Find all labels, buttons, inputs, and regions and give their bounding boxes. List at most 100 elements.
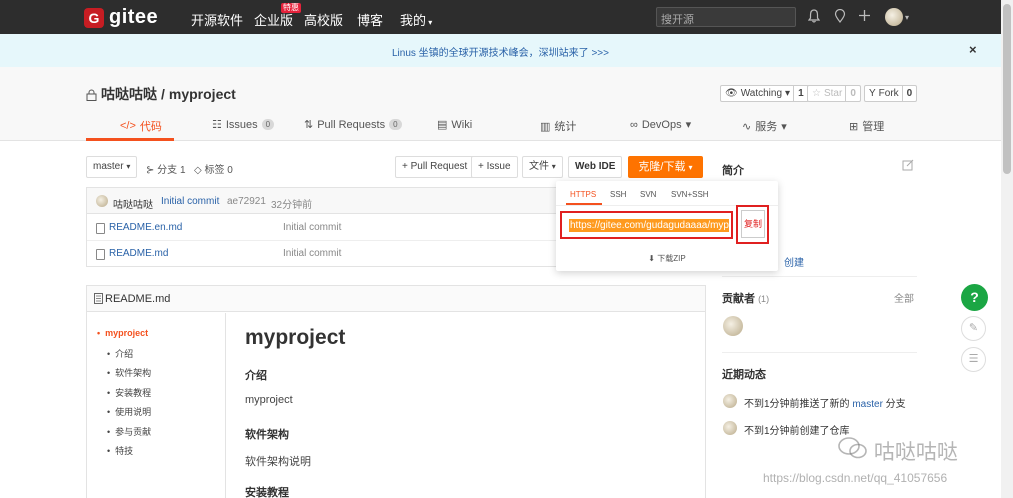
tab-code[interactable]: </> 代码 bbox=[120, 118, 162, 134]
clone-download-label: 克隆/下载 bbox=[638, 161, 686, 173]
activity-text: 不到1分钟前推送了新的 bbox=[744, 399, 853, 410]
nav-mine[interactable]: 我的 ▾ bbox=[400, 10, 432, 29]
commit-hash[interactable]: ae72921 bbox=[227, 196, 266, 207]
file-commit-message[interactable]: Initial commit bbox=[283, 248, 341, 259]
file-name[interactable]: README.md bbox=[109, 248, 168, 259]
clone-url-input[interactable]: https://gitee.com/gudagudaaaa/myproject.… bbox=[569, 219, 729, 232]
gitee-logo[interactable]: G gitee bbox=[84, 6, 158, 29]
star-icon: ☆ bbox=[812, 88, 821, 99]
star-button[interactable]: ☆ Star 0 bbox=[807, 85, 861, 102]
close-icon[interactable]: × bbox=[969, 42, 977, 57]
tab-issues[interactable]: ☷ Issues 0 bbox=[212, 118, 275, 131]
readme-heading: 软件架构 bbox=[245, 429, 289, 441]
tags-link[interactable]: ◇ 标签 0 bbox=[194, 161, 233, 176]
toc-item[interactable]: • 使用说明 bbox=[107, 405, 151, 418]
watermark-account: 咕哒咕哒 bbox=[838, 436, 958, 466]
nav-open-source[interactable]: 开源软件 bbox=[191, 10, 243, 29]
branch-select[interactable]: master ▾ bbox=[86, 156, 138, 178]
active-tab-indicator bbox=[86, 138, 174, 141]
activity-avatar[interactable] bbox=[723, 421, 737, 435]
contributor-avatar[interactable] bbox=[723, 316, 743, 336]
toc-item[interactable]: • 特技 bbox=[107, 444, 133, 457]
clone-url-highlight: https://gitee.com/gudagudaaaa/myproject.… bbox=[560, 211, 733, 239]
file-icon bbox=[96, 223, 105, 234]
wechat-icon bbox=[838, 437, 874, 464]
fork-count: 0 bbox=[901, 86, 912, 101]
vertical-scrollbar[interactable] bbox=[1001, 0, 1013, 498]
tab-wiki[interactable]: ▤ Wiki bbox=[437, 118, 472, 132]
lock-icon bbox=[86, 88, 97, 101]
chevron-down-icon: ▾ bbox=[551, 162, 556, 171]
repo-owner[interactable]: 咕哒咕哒 bbox=[101, 84, 157, 104]
tab-ssh[interactable]: SSH bbox=[610, 190, 626, 199]
branch-icon: ⊱ bbox=[146, 165, 155, 176]
all-contributors-link[interactable]: 全部 bbox=[894, 290, 914, 305]
chevron-down-icon: ▾ bbox=[781, 120, 787, 133]
create-link[interactable]: 创建 bbox=[784, 254, 804, 269]
help-button[interactable]: ? bbox=[961, 284, 988, 311]
pull-request-button[interactable]: + Pull Request bbox=[395, 156, 475, 178]
toc-item[interactable]: • 参与贡献 bbox=[107, 425, 151, 438]
tab-https[interactable]: HTTPS bbox=[570, 190, 596, 199]
chat-button[interactable]: ☰ bbox=[961, 347, 986, 372]
edit-icon: ✎ bbox=[968, 322, 979, 334]
clone-download-button[interactable]: 克隆/下载 ▾ bbox=[628, 156, 703, 178]
issues-icon: ☷ bbox=[212, 119, 222, 131]
watch-button[interactable]: 👁 Watching ▾ 1 bbox=[720, 85, 809, 102]
sidebar-divider bbox=[722, 352, 917, 353]
copy-highlight: 复制 bbox=[736, 205, 769, 244]
fork-button[interactable]: Y Fork 0 bbox=[864, 85, 918, 102]
feedback-edit-button[interactable]: ✎ bbox=[961, 316, 986, 341]
file-menu-button[interactable]: 文件 ▾ bbox=[522, 156, 563, 178]
readme-paragraph: myproject bbox=[245, 394, 293, 406]
search-input[interactable]: 搜开源 bbox=[656, 7, 796, 27]
nav-education[interactable]: 高校版 bbox=[304, 10, 343, 29]
activity-branch-link[interactable]: master bbox=[852, 399, 883, 410]
bell-icon[interactable] bbox=[807, 9, 821, 26]
commit-message[interactable]: Initial commit bbox=[161, 196, 219, 207]
tab-pull-requests-label: Pull Requests bbox=[317, 118, 386, 131]
user-avatar[interactable] bbox=[885, 8, 903, 26]
file-name[interactable]: README.en.md bbox=[109, 222, 182, 233]
tab-svn-ssh[interactable]: SVN+SSH bbox=[671, 190, 709, 199]
tab-stats[interactable]: ▥ 统计 bbox=[540, 118, 576, 134]
branches-link[interactable]: ⊱ 分支 1 bbox=[146, 161, 186, 176]
web-ide-button[interactable]: Web IDE bbox=[568, 156, 623, 178]
tab-services-label: 服务 bbox=[755, 121, 778, 133]
activity-avatar[interactable] bbox=[723, 394, 737, 408]
toc-item[interactable]: • 安装教程 bbox=[107, 386, 151, 399]
edit-icon[interactable] bbox=[902, 159, 914, 174]
readme-heading: 安装教程 bbox=[245, 487, 289, 498]
tab-pull-requests[interactable]: ⇅ Pull Requests 0 bbox=[304, 118, 402, 131]
repo-header: 咕哒咕哒 / myproject 👁 Watching ▾ 1 ☆ Star 0… bbox=[0, 67, 1001, 141]
intro-heading: 简介 bbox=[722, 165, 744, 177]
toc-item[interactable]: • myproject bbox=[97, 328, 148, 338]
file-commit-message[interactable]: Initial commit bbox=[283, 222, 341, 233]
chevron-down-icon[interactable]: ▾ bbox=[905, 13, 909, 22]
toc-item[interactable]: • 介绍 bbox=[107, 347, 133, 360]
repo-name[interactable]: myproject bbox=[169, 86, 236, 102]
commit-author[interactable]: 咕哒咕哒 bbox=[113, 196, 153, 211]
tab-svn[interactable]: SVN bbox=[640, 190, 656, 199]
download-zip-link[interactable]: ⬇ 下载ZIP bbox=[556, 253, 778, 264]
commit-author-avatar[interactable] bbox=[96, 195, 108, 207]
announcement-text[interactable]: Linus 坐镇的全球开源技术峰会，深圳站来了 >>> bbox=[0, 44, 1001, 59]
location-pin-icon[interactable] bbox=[834, 8, 846, 26]
tab-manage[interactable]: ⊞ 管理 bbox=[849, 118, 884, 134]
contributors-title: 贡献者 bbox=[722, 293, 755, 305]
scrollbar-thumb[interactable] bbox=[1003, 4, 1011, 174]
copy-button[interactable]: 复制 bbox=[741, 210, 765, 238]
activity-item: 不到1分钟前推送了新的 master 分支 bbox=[744, 395, 906, 410]
plus-icon[interactable] bbox=[858, 9, 871, 25]
issue-button[interactable]: + Issue bbox=[471, 156, 518, 178]
nav-blog[interactable]: 博客 bbox=[357, 10, 383, 29]
tab-devops[interactable]: ∞ DevOps ▾ bbox=[630, 118, 691, 132]
readme-paragraph: 软件架构说明 bbox=[245, 456, 311, 468]
branch-select-value: master bbox=[93, 161, 124, 172]
toc-item-label: 安装教程 bbox=[115, 388, 152, 398]
readme-heading: 介绍 bbox=[245, 370, 267, 382]
chevron-down-icon: ▾ bbox=[688, 163, 693, 172]
toc-item[interactable]: • 软件架构 bbox=[107, 366, 151, 379]
code-icon: </> bbox=[120, 120, 136, 132]
tab-services[interactable]: ∿ 服务 ▾ bbox=[742, 118, 787, 134]
